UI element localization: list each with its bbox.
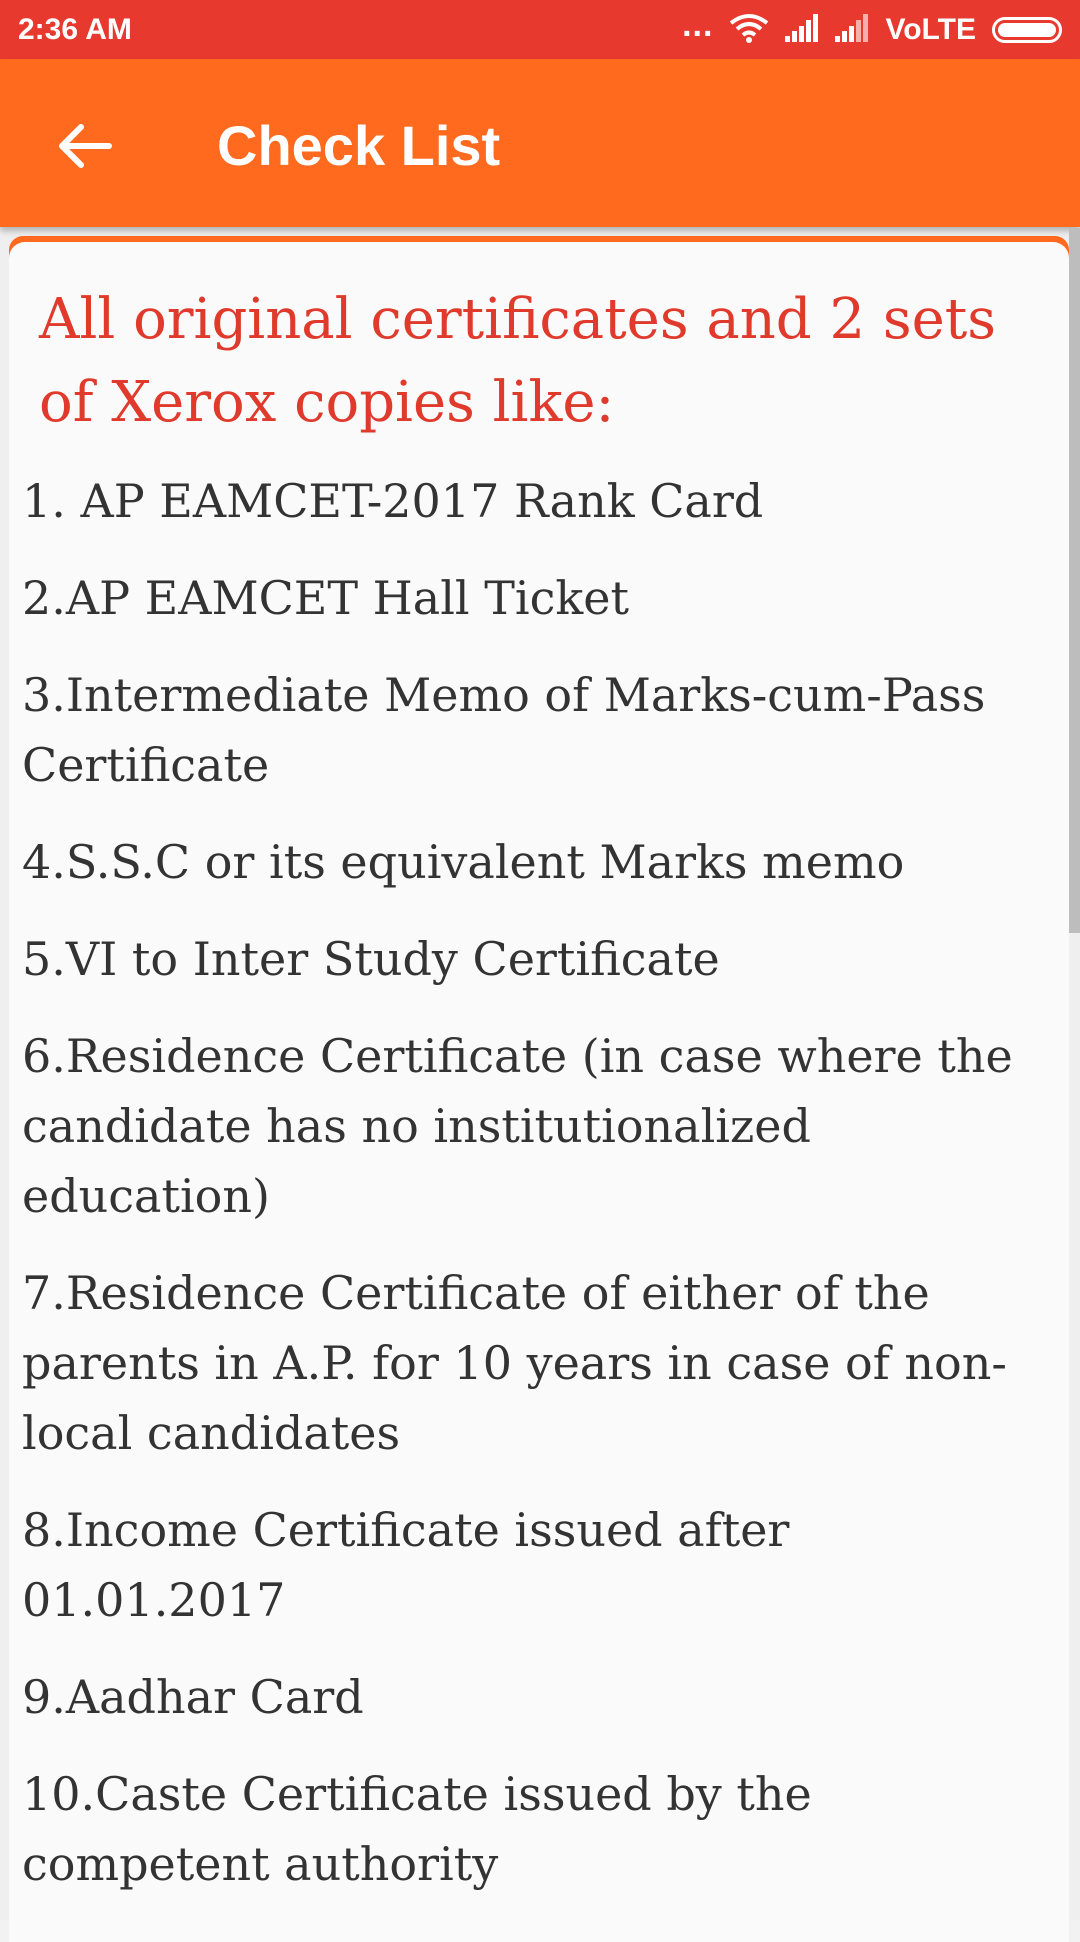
signal-strength-icon — [785, 13, 819, 47]
checklist-item: 8.Income Certificate issued after 01.01.… — [22, 1503, 790, 1627]
checklist-item: 9.Aadhar Card — [22, 1670, 364, 1724]
page-title: Check List — [217, 114, 501, 177]
checklist-card: All original certificates and 2 sets of … — [9, 242, 1069, 1942]
checklist: 1. AP EAMCET-2017 Rank Card 2.AP EAMCET … — [22, 466, 1052, 1926]
back-button[interactable] — [50, 111, 120, 181]
arrow-left-icon — [59, 124, 112, 168]
checklist-item: 1. AP EAMCET-2017 Rank Card — [22, 474, 764, 528]
checklist-item: 6.Residence Certificate (in case where t… — [22, 1029, 1013, 1223]
checklist-item: 3.Intermediate Memo of Marks-cum-Pass Ce… — [22, 668, 986, 792]
checklist-item: 7.Residence Certificate of either of the… — [22, 1266, 1007, 1460]
status-icons: ... VoLTE — [682, 6, 1062, 50]
status-bar: 2:36 AM ... VoLTE — [0, 0, 1080, 59]
checklist-item: 5.VI to Inter Study Certificate — [22, 932, 720, 986]
app-bar: Check List — [0, 59, 1080, 227]
battery-icon — [992, 17, 1062, 43]
more-notifications-icon: ... — [682, 6, 714, 44]
signal-strength-icon-2 — [835, 13, 869, 47]
scrollbar[interactable] — [1069, 228, 1080, 933]
volte-label: VoLTE — [885, 13, 976, 46]
checklist-heading: All original certificates and 2 sets of … — [39, 287, 997, 435]
wifi-icon — [729, 13, 769, 48]
status-time: 2:36 AM — [18, 13, 132, 46]
checklist-item: 2.AP EAMCET Hall Ticket — [22, 571, 629, 625]
checklist-item: 10.Caste Certificate issued by the compe… — [22, 1767, 812, 1891]
checklist-item: 4.S.S.C or its equivalent Marks memo — [22, 835, 905, 889]
